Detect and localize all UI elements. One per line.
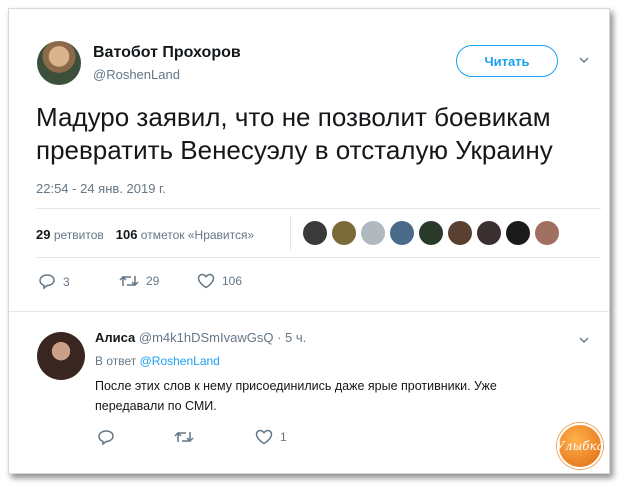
tweet-text: Мадуро заявил, что не позволит боевикам …	[36, 102, 553, 165]
reply-retweet-action[interactable]	[174, 429, 201, 445]
chevron-down-icon[interactable]	[579, 335, 589, 345]
divider	[36, 208, 601, 209]
retweet-icon	[119, 275, 139, 287]
reply-like-count: 1	[280, 430, 287, 444]
reply-time: · 5 ч.	[277, 330, 307, 345]
likes-stat[interactable]: 106 отметок «Нравится»	[116, 227, 254, 242]
liker-avatar[interactable]	[390, 221, 414, 245]
author-avatar[interactable]	[37, 41, 81, 85]
divider	[36, 257, 601, 258]
reply-action[interactable]: 3	[38, 273, 70, 290]
liker-avatar[interactable]	[477, 221, 501, 245]
reply-author-name: Алиса	[95, 330, 136, 345]
reply-to-line: В ответ @RoshenLand	[95, 354, 220, 368]
tweet-timestamp[interactable]: 22:54 - 24 янв. 2019 г.	[36, 181, 166, 196]
watermark-logo: Улыбка	[556, 423, 604, 469]
tweet-card: Ватобот Прохоров @RoshenLand Читать Маду…	[8, 8, 610, 474]
author-handle[interactable]: @RoshenLand	[93, 67, 180, 82]
reply-text: После этих слов к нему присоединились да…	[95, 379, 497, 413]
reply-count: 3	[63, 274, 70, 289]
liker-avatar[interactable]	[535, 221, 559, 245]
reply-icon	[98, 430, 114, 446]
likers-avatars	[303, 221, 559, 245]
reply-like-action[interactable]: 1	[255, 429, 287, 445]
like-action[interactable]: 106	[197, 273, 242, 289]
liker-avatar[interactable]	[361, 221, 385, 245]
liker-avatar[interactable]	[303, 221, 327, 245]
stats-separator	[290, 216, 291, 250]
divider	[9, 311, 609, 312]
reply-author-avatar[interactable]	[37, 332, 85, 380]
chevron-down-icon[interactable]	[579, 55, 589, 65]
tweet-stats: 29 ретвитов 106 отметок «Нравится»	[36, 227, 254, 242]
reply-reply-action[interactable]	[97, 429, 122, 446]
reply-to-prefix: В ответ	[95, 354, 137, 368]
retweet-action[interactable]: 29	[119, 273, 159, 289]
reply-author-handle: @m4k1hDSmIvawGsQ	[138, 330, 274, 345]
liker-avatar[interactable]	[448, 221, 472, 245]
retweet-icon	[174, 431, 194, 443]
heart-icon	[197, 273, 215, 289]
reply-author[interactable]: Алиса @m4k1hDSmIvawGsQ · 5 ч.	[95, 330, 306, 345]
follow-button[interactable]: Читать	[456, 45, 558, 77]
like-count: 106	[222, 274, 243, 288]
liker-avatar[interactable]	[332, 221, 356, 245]
liker-avatar[interactable]	[506, 221, 530, 245]
liker-avatar[interactable]	[419, 221, 443, 245]
reply-icon	[39, 274, 55, 290]
retweet-count: 29	[146, 274, 160, 288]
author-name[interactable]: Ватобот Прохоров	[93, 44, 241, 62]
retweets-stat[interactable]: 29 ретвитов	[36, 227, 104, 242]
heart-icon	[255, 429, 273, 445]
reply-to-handle-link[interactable]: @RoshenLand	[140, 354, 220, 368]
